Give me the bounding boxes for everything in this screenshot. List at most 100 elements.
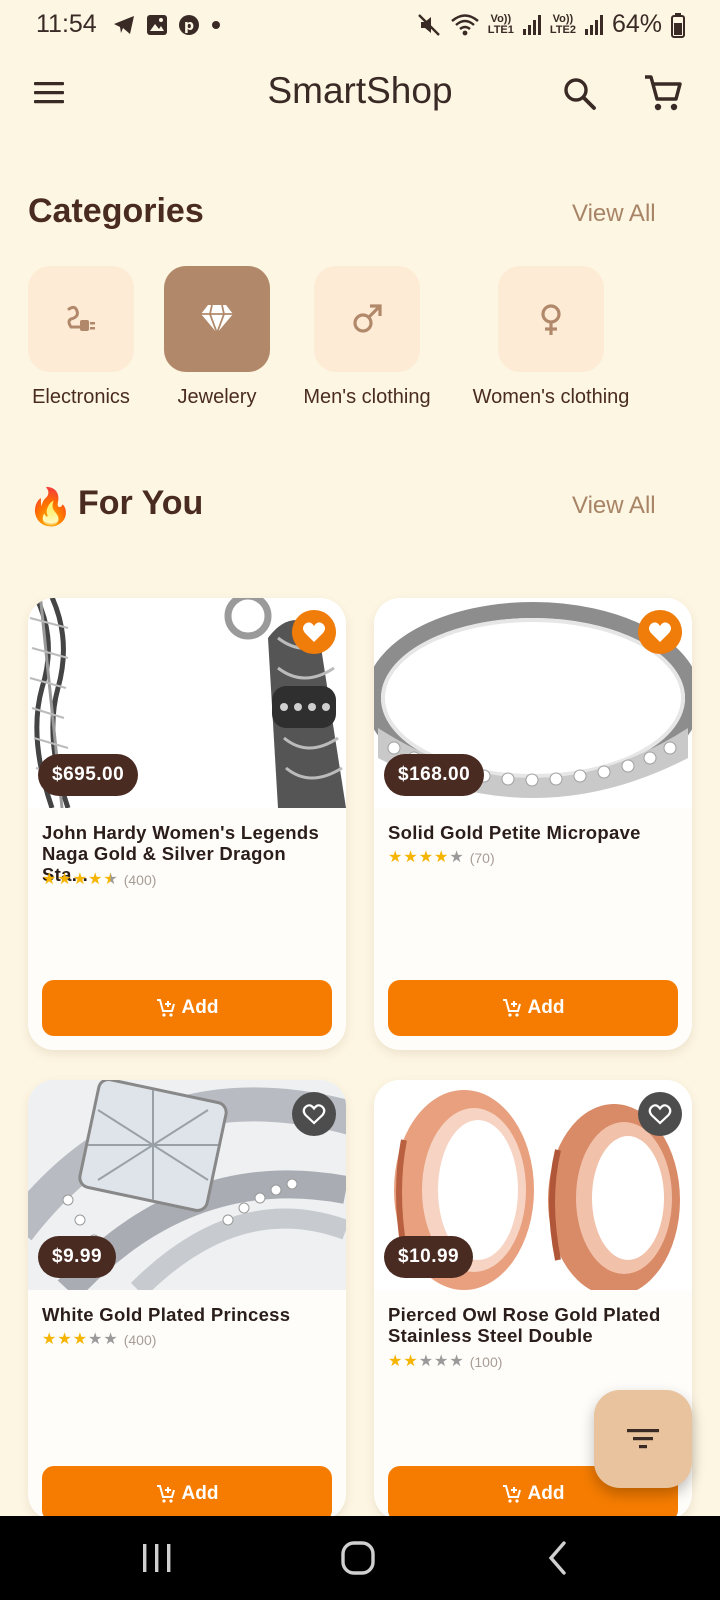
female-icon (541, 304, 561, 335)
product-rating: ★ ★ ★ ★ ★ (100) (388, 1353, 503, 1371)
product-card[interactable]: $695.00 John Hardy Women's Legends Naga … (28, 598, 346, 1050)
search-icon[interactable] (560, 74, 600, 114)
telegram-icon (114, 16, 134, 34)
category-mens-clothing[interactable] (314, 266, 420, 372)
status-time: 11:54 (36, 10, 97, 38)
star-icon: ★ (449, 849, 464, 866)
star-icon: ★ (434, 1353, 449, 1370)
for-you-view-all[interactable]: View All (572, 492, 656, 520)
gallery-icon (147, 15, 167, 35)
category-jewelery[interactable] (164, 266, 270, 372)
add-to-cart-button[interactable]: Add (388, 980, 678, 1036)
signal-icon (584, 14, 603, 35)
sim1-label: Vo)) LTE1 (487, 12, 514, 36)
dot-icon (212, 21, 220, 29)
category-womens-clothing[interactable] (498, 266, 604, 372)
add-cart-icon (156, 999, 175, 1017)
pinterest-icon: p (179, 15, 199, 35)
favorite-button[interactable] (292, 1092, 336, 1136)
category-label-mens-clothing: Men's clothing (303, 386, 431, 408)
add-to-cart-button[interactable]: Add (42, 1466, 332, 1520)
add-cart-icon (156, 1485, 175, 1503)
back-icon[interactable] (546, 1540, 570, 1576)
signal-icon (522, 14, 541, 35)
favorite-button[interactable] (292, 610, 336, 654)
app-title: SmartShop (267, 70, 453, 111)
favorite-button[interactable] (638, 610, 682, 654)
system-nav-bar (0, 1516, 720, 1600)
sim2-label: Vo)) LTE2 (549, 12, 576, 36)
star-icon: ★ (72, 871, 88, 888)
star-icon: ★ (418, 849, 434, 866)
diamond-icon (201, 304, 233, 334)
star-icon: ★ (388, 1353, 403, 1370)
star-icon: ★ (403, 849, 418, 866)
svg-text:p: p (184, 18, 194, 34)
star-icon: ★ (72, 1331, 88, 1348)
categories-view-all[interactable]: View All (572, 200, 656, 228)
category-label-jewelery: Jewelery (177, 386, 257, 408)
add-cart-icon (502, 1485, 521, 1503)
price-tag: $10.99 (384, 1236, 474, 1278)
favorite-button[interactable] (638, 1092, 682, 1136)
star-icon: ★ (403, 1353, 418, 1370)
product-rating: ★ ★ ★ ★ ★ (70) (388, 849, 495, 867)
add-label: Add (181, 997, 219, 1018)
mute-icon (417, 13, 440, 36)
heart-icon (303, 622, 325, 642)
review-count: (400) (123, 872, 157, 888)
plug-icon (67, 305, 95, 331)
heart-icon (649, 622, 671, 642)
star-icon: ★ (57, 1331, 72, 1348)
male-icon (353, 304, 382, 333)
add-label: Add (181, 1483, 219, 1504)
price-tag: $9.99 (38, 1236, 117, 1278)
product-title: Pierced Owl Rose Gold Plated Stainless S… (388, 1304, 661, 1346)
star-icon: ★ (449, 1353, 464, 1370)
battery-icon (671, 12, 685, 38)
categories-title: Categories (28, 192, 204, 230)
filter-button[interactable] (594, 1390, 692, 1488)
star-icon: ★ (42, 871, 57, 888)
add-label: Add (527, 997, 565, 1018)
half-star-icon: ★ (103, 871, 118, 888)
star-icon: ★ (388, 849, 403, 866)
category-label-womens-clothing: Women's clothing (472, 386, 630, 408)
sim2-lte: LTE2 (549, 23, 576, 36)
star-icon: ★ (88, 1331, 103, 1348)
cart-icon[interactable] (642, 72, 684, 114)
home-icon[interactable] (340, 1540, 376, 1576)
price-tag: $695.00 (38, 754, 139, 796)
sim1-lte: LTE1 (487, 23, 514, 36)
add-cart-icon (502, 999, 521, 1017)
fire-icon: 🔥 (28, 486, 73, 527)
product-rating: ★ ★ ★ ★ ★ (400) (42, 871, 157, 889)
for-you-title: For You (78, 484, 204, 522)
product-title: Solid Gold Petite Micropave (388, 822, 641, 843)
battery-percent: 64% (611, 10, 662, 38)
price-tag: $168.00 (384, 754, 485, 796)
category-electronics[interactable] (28, 266, 134, 372)
notification-icons: p (112, 14, 222, 36)
sim2-volte: Vo)) (552, 12, 574, 25)
star-icon: ★ (88, 871, 103, 888)
star-icon: ★ (57, 871, 72, 888)
wifi-icon (450, 13, 479, 35)
review-count: (100) (469, 1354, 503, 1370)
product-card[interactable]: $168.00 Solid Gold Petite Micropave ★ ★ … (374, 598, 692, 1050)
status-right: Vo)) LTE1 Vo)) LTE2 64% (416, 10, 686, 39)
star-icon: ★ (418, 1353, 434, 1370)
recent-apps-icon[interactable] (140, 1542, 174, 1574)
heart-outline-icon (648, 1104, 672, 1125)
add-label: Add (527, 1483, 565, 1504)
product-rating: ★ ★ ★ ★ ★ (400) (42, 1331, 157, 1349)
product-title: White Gold Plated Princess (42, 1304, 291, 1325)
add-to-cart-button[interactable]: Add (42, 980, 332, 1036)
sim1-volte: Vo)) (490, 12, 512, 25)
star-icon: ★ (42, 1331, 57, 1348)
product-card[interactable]: $9.99 White Gold Plated Princess ★ ★ ★ ★… (28, 1080, 346, 1520)
review-count: (400) (123, 1332, 157, 1348)
filter-icon (627, 1429, 659, 1449)
star-icon: ★ (434, 849, 449, 866)
heart-outline-icon (302, 1104, 326, 1125)
